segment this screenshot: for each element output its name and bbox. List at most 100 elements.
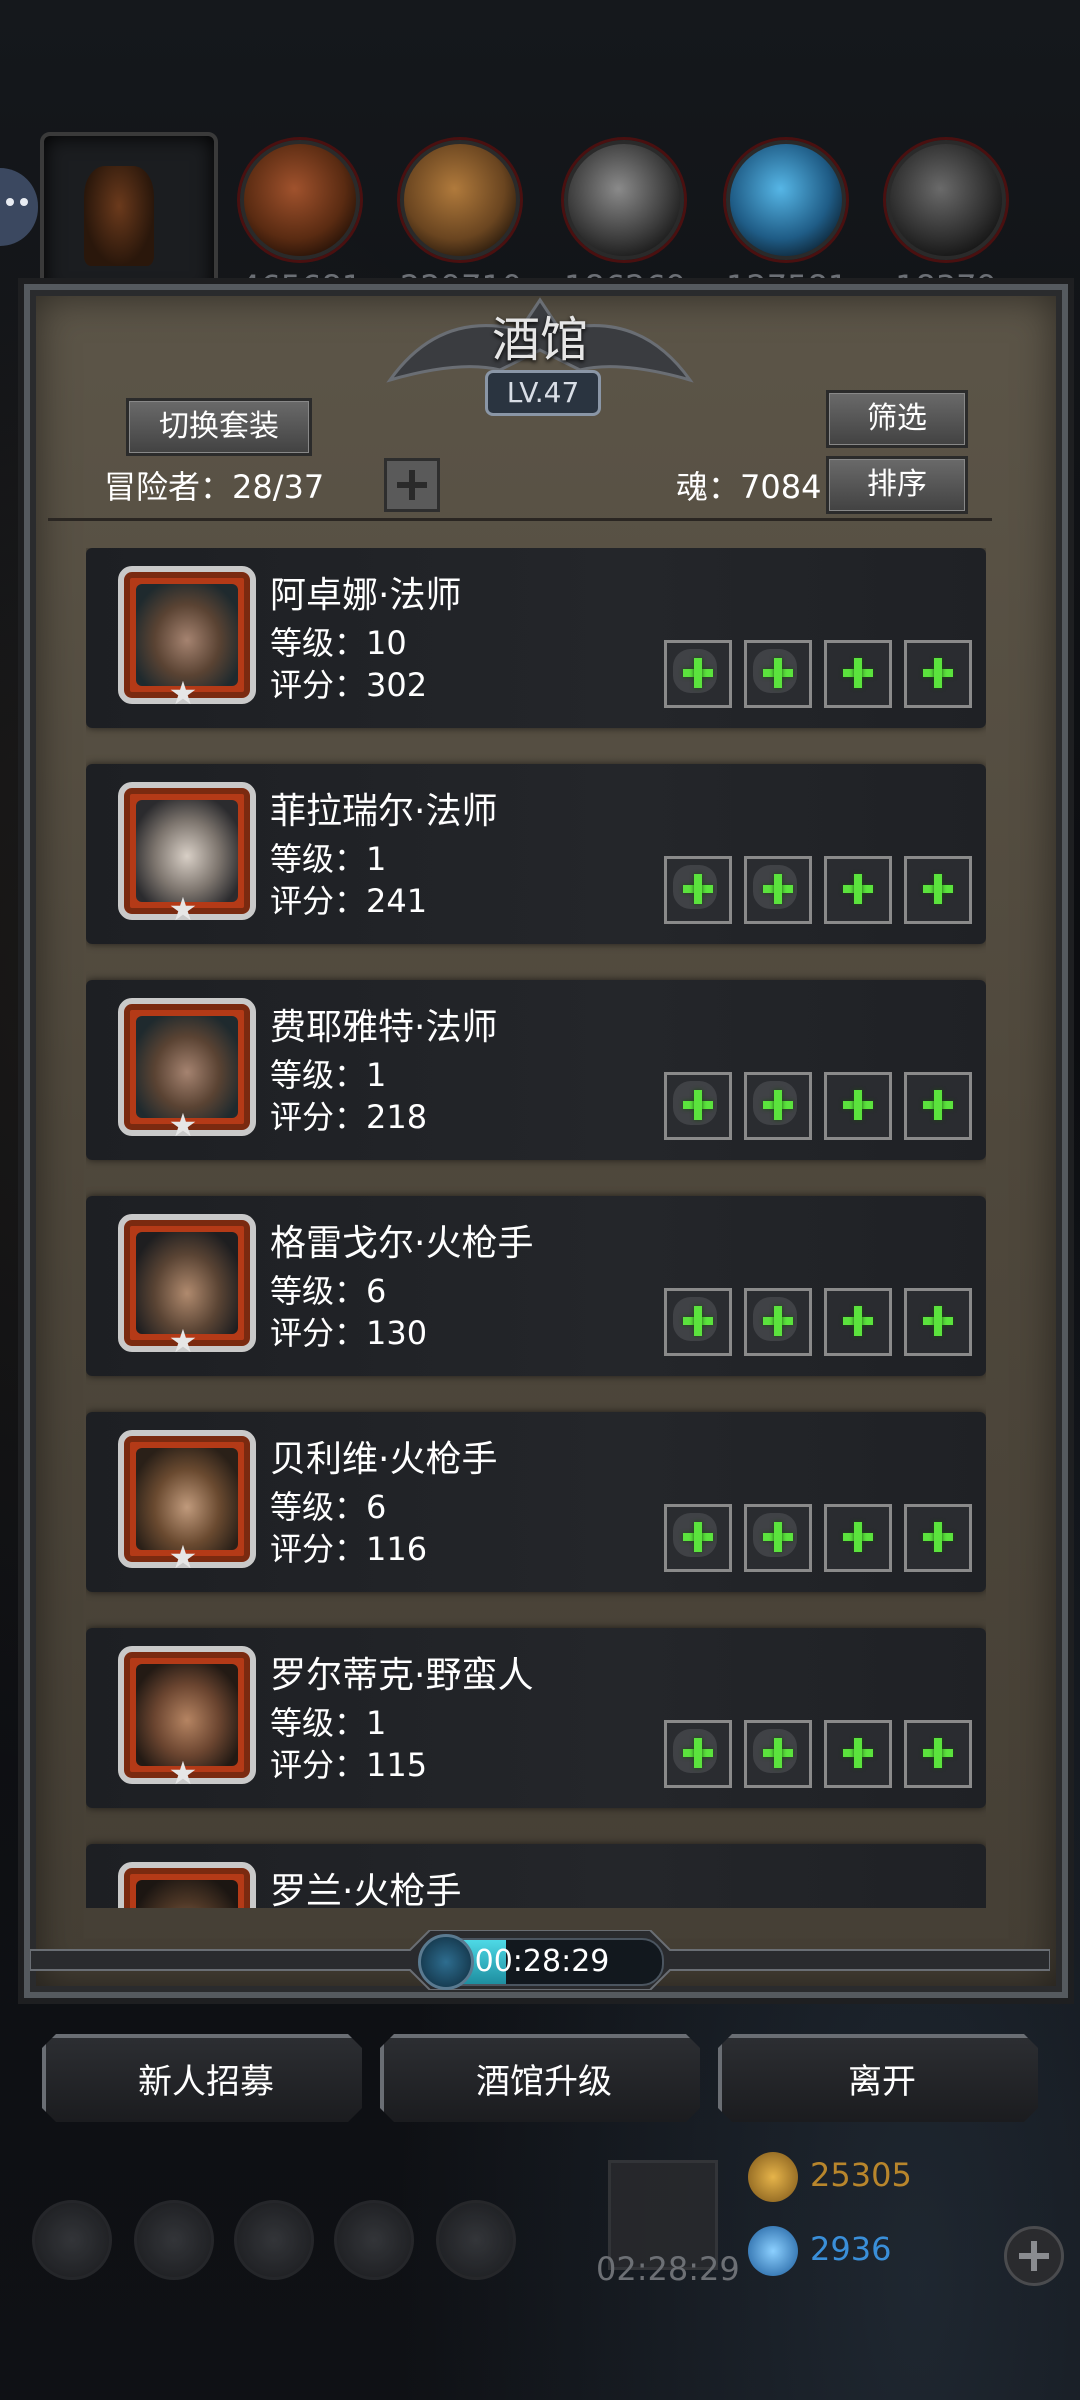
adventurer-level: 等级：1 [270,840,387,878]
accessory-slot[interactable] [904,1720,972,1788]
weapon-slot[interactable] [664,1720,732,1788]
accessory-slot[interactable] [904,1288,972,1356]
add-icon [923,874,953,904]
armor-slot[interactable] [744,640,812,708]
resource-wood[interactable]: 465681 [240,140,362,310]
armor-slot[interactable] [744,1720,812,1788]
star-icon: ★ [168,890,198,928]
adventurer-card[interactable]: ★ 贝利维·火枪手 等级：6 评分：116 [86,1412,986,1592]
tavern-level-badge: LV.47 [485,370,601,416]
weapon-slot[interactable] [664,1504,732,1572]
sort-button[interactable]: 排序 [826,456,968,514]
add-icon [683,1738,713,1768]
adventurer-level: 等级：6 [270,1488,387,1526]
shield-icon[interactable] [436,2200,516,2280]
armor-slot[interactable] [744,1504,812,1572]
adventurer-card[interactable]: ★ 格雷戈尔·火枪手 等级：6 评分：130 [86,1196,986,1376]
achievement-icon[interactable] [134,2200,214,2280]
panel-title: 酒馆 [491,312,588,368]
resource-iron[interactable]: 186269 [564,140,686,310]
crystal-icon [726,140,846,260]
resource-crystal[interactable]: 127581 [726,140,848,310]
gem-amount: 2936 [810,2230,892,2268]
weapon-slot[interactable] [664,856,732,924]
resource-plank[interactable]: 229710 [400,140,522,310]
filter-button[interactable]: 筛选 [826,390,968,448]
add-icon [923,658,953,688]
star-icon: ★ [168,1322,198,1360]
portrait-image [136,1016,238,1118]
accessory-slot[interactable] [824,1720,892,1788]
gem-icon [748,2226,798,2276]
add-icon [683,874,713,904]
portrait-image [136,1232,238,1334]
adventurer-score: 评分：241 [270,882,428,920]
star-icon: ★ [168,674,198,712]
adventurer-score: 评分：130 [270,1314,428,1352]
weapon-slot[interactable] [664,1072,732,1140]
add-icon [763,874,793,904]
add-icon [923,1306,953,1336]
adventurer-name: 费耶雅特·法师 [270,1007,498,1048]
add-icon [763,1738,793,1768]
accessory-slot[interactable] [824,856,892,924]
armor-slot[interactable] [744,1072,812,1140]
add-currency-button[interactable] [1004,2226,1064,2286]
adventurer-card[interactable]: ★ 阿卓娜·法师 等级：10 评分：302 [86,548,986,728]
add-icon [683,1306,713,1336]
add-icon [843,1738,873,1768]
adventurer-list[interactable]: ★ 阿卓娜·法师 等级：10 评分：302 ★ 菲拉瑞尔·法师 等级：1 评分：… [86,548,986,1908]
armor-slot[interactable] [744,856,812,924]
adventurer-avatar[interactable] [118,1862,256,1908]
armor-slot[interactable] [744,1288,812,1356]
resource-ore[interactable]: 18379 [886,140,1006,310]
adventurer-name: 罗兰·火枪手 [270,1871,462,1908]
portrait-image [136,1448,238,1550]
switch-outfit-button[interactable]: 切换套装 [126,398,312,456]
adventurer-count: 冒险者：28/37 [104,468,325,506]
accessory-slot[interactable] [824,640,892,708]
adventurer-level: 等级：6 [270,1272,387,1310]
adventurer-name: 贝利维·火枪手 [270,1439,498,1480]
gem-display: 2936 [748,2226,1048,2276]
add-icon [923,1522,953,1552]
leave-button[interactable]: 离开 [718,2034,1038,2122]
add-icon [923,1090,953,1120]
add-capacity-button[interactable] [384,458,440,512]
adventurer-score: 评分：218 [270,1098,428,1136]
add-icon [763,658,793,688]
star-icon: ★ [168,1538,198,1576]
clock-icon [418,1934,474,1990]
add-icon [843,1090,873,1120]
divider [48,518,992,521]
accessory-slot[interactable] [904,1504,972,1572]
gold-amount: 25305 [810,2156,912,2194]
weapon-slot[interactable] [664,640,732,708]
accessory-slot[interactable] [824,1288,892,1356]
player-portrait[interactable] [40,132,218,300]
soul-count: 魂：7084 [676,468,822,506]
iron-icon [564,140,684,260]
accessory-slot[interactable] [904,1072,972,1140]
upgrade-tavern-button[interactable]: 酒馆升级 [380,2034,700,2122]
add-icon [923,1738,953,1768]
adventurer-card[interactable]: ★ 费耶雅特·法师 等级：1 评分：218 [86,980,986,1160]
adventurer-card[interactable]: ★ 菲拉瑞尔·法师 等级：1 评分：241 [86,764,986,944]
adventurer-card[interactable]: 罗兰·火枪手 [86,1844,986,1908]
mail-icon[interactable] [334,2200,414,2280]
adventurer-card[interactable]: ★ 罗尔蒂克·野蛮人 等级：1 评分：115 [86,1628,986,1808]
weapon-slot[interactable] [664,1288,732,1356]
accessory-slot[interactable] [904,640,972,708]
recruit-button[interactable]: 新人招募 [42,2034,362,2122]
accessory-slot[interactable] [904,856,972,924]
settings-icon[interactable] [32,2200,112,2280]
add-icon [763,1306,793,1336]
map-icon[interactable] [234,2200,314,2280]
accessory-slot[interactable] [824,1072,892,1140]
add-icon [763,1522,793,1552]
adventurer-score: 评分：116 [270,1530,428,1568]
accessory-slot[interactable] [824,1504,892,1572]
gold-coin-icon [748,2152,798,2202]
add-icon [843,658,873,688]
star-icon: ★ [168,1754,198,1792]
